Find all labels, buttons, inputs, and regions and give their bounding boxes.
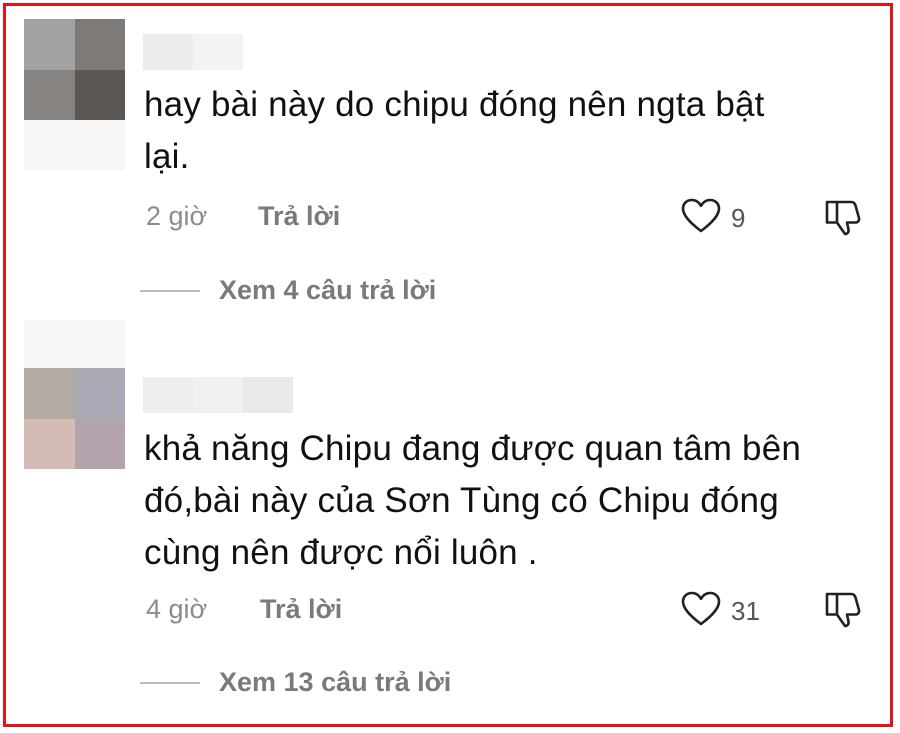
avatar-pixel xyxy=(24,368,75,419)
thumbs-down-icon xyxy=(823,592,863,633)
avatar-pixel xyxy=(74,418,125,469)
avatar-pixel xyxy=(74,368,125,419)
comment-text-line: khả năng Chipu đang được quan tâm bên xyxy=(144,429,802,468)
avatar-pixel xyxy=(74,19,125,70)
heart-icon xyxy=(681,591,721,632)
comment-text-line: hay bài này do chipu đóng nên ngta bật xyxy=(144,85,765,124)
view-replies-button[interactable]: Xem 13 câu trả lời xyxy=(140,667,451,698)
avatar-pixel xyxy=(24,19,75,70)
avatar[interactable] xyxy=(24,368,125,469)
heart-icon xyxy=(681,198,721,239)
avatar[interactable] xyxy=(24,19,125,120)
thumbs-down-icon xyxy=(823,200,863,241)
view-replies-label: Xem 4 câu trả lời xyxy=(219,275,437,305)
view-replies-button[interactable]: Xem 4 câu trả lời xyxy=(140,275,436,306)
reply-button[interactable]: Trả lời xyxy=(260,594,342,625)
comment-text: khả năng Chipu đang được quan tâm bên đó… xyxy=(144,423,844,579)
dislike-button[interactable] xyxy=(823,589,863,634)
avatar-shadow xyxy=(24,120,125,170)
comment-text-line: lại. xyxy=(144,137,190,176)
comment-time: 2 giờ xyxy=(146,201,208,231)
username-blurred[interactable] xyxy=(143,377,293,413)
avatar-pixel xyxy=(24,69,75,120)
comment-text: hay bài này do chipu đóng nên ngta bật l… xyxy=(144,79,844,183)
divider-line xyxy=(140,289,200,292)
comment-time: 4 giờ xyxy=(146,594,208,624)
comment-text-line: cùng nên được nổi luôn . xyxy=(144,533,538,572)
comment-text-line: đó,bài này của Sơn Tùng có Chipu đóng xyxy=(144,481,779,520)
like-count: 31 xyxy=(731,596,760,626)
reply-button[interactable]: Trả lời xyxy=(258,201,340,232)
like-count: 9 xyxy=(731,203,746,233)
like-button[interactable]: 9 xyxy=(681,198,745,239)
avatar-shadow xyxy=(24,320,125,368)
avatar-pixel xyxy=(74,69,125,120)
username-blurred[interactable] xyxy=(143,34,243,70)
view-replies-label: Xem 13 câu trả lời xyxy=(219,667,452,697)
dislike-button[interactable] xyxy=(823,197,863,242)
divider-line xyxy=(140,681,200,684)
avatar-pixel xyxy=(24,418,75,469)
like-button[interactable]: 31 xyxy=(681,591,760,632)
